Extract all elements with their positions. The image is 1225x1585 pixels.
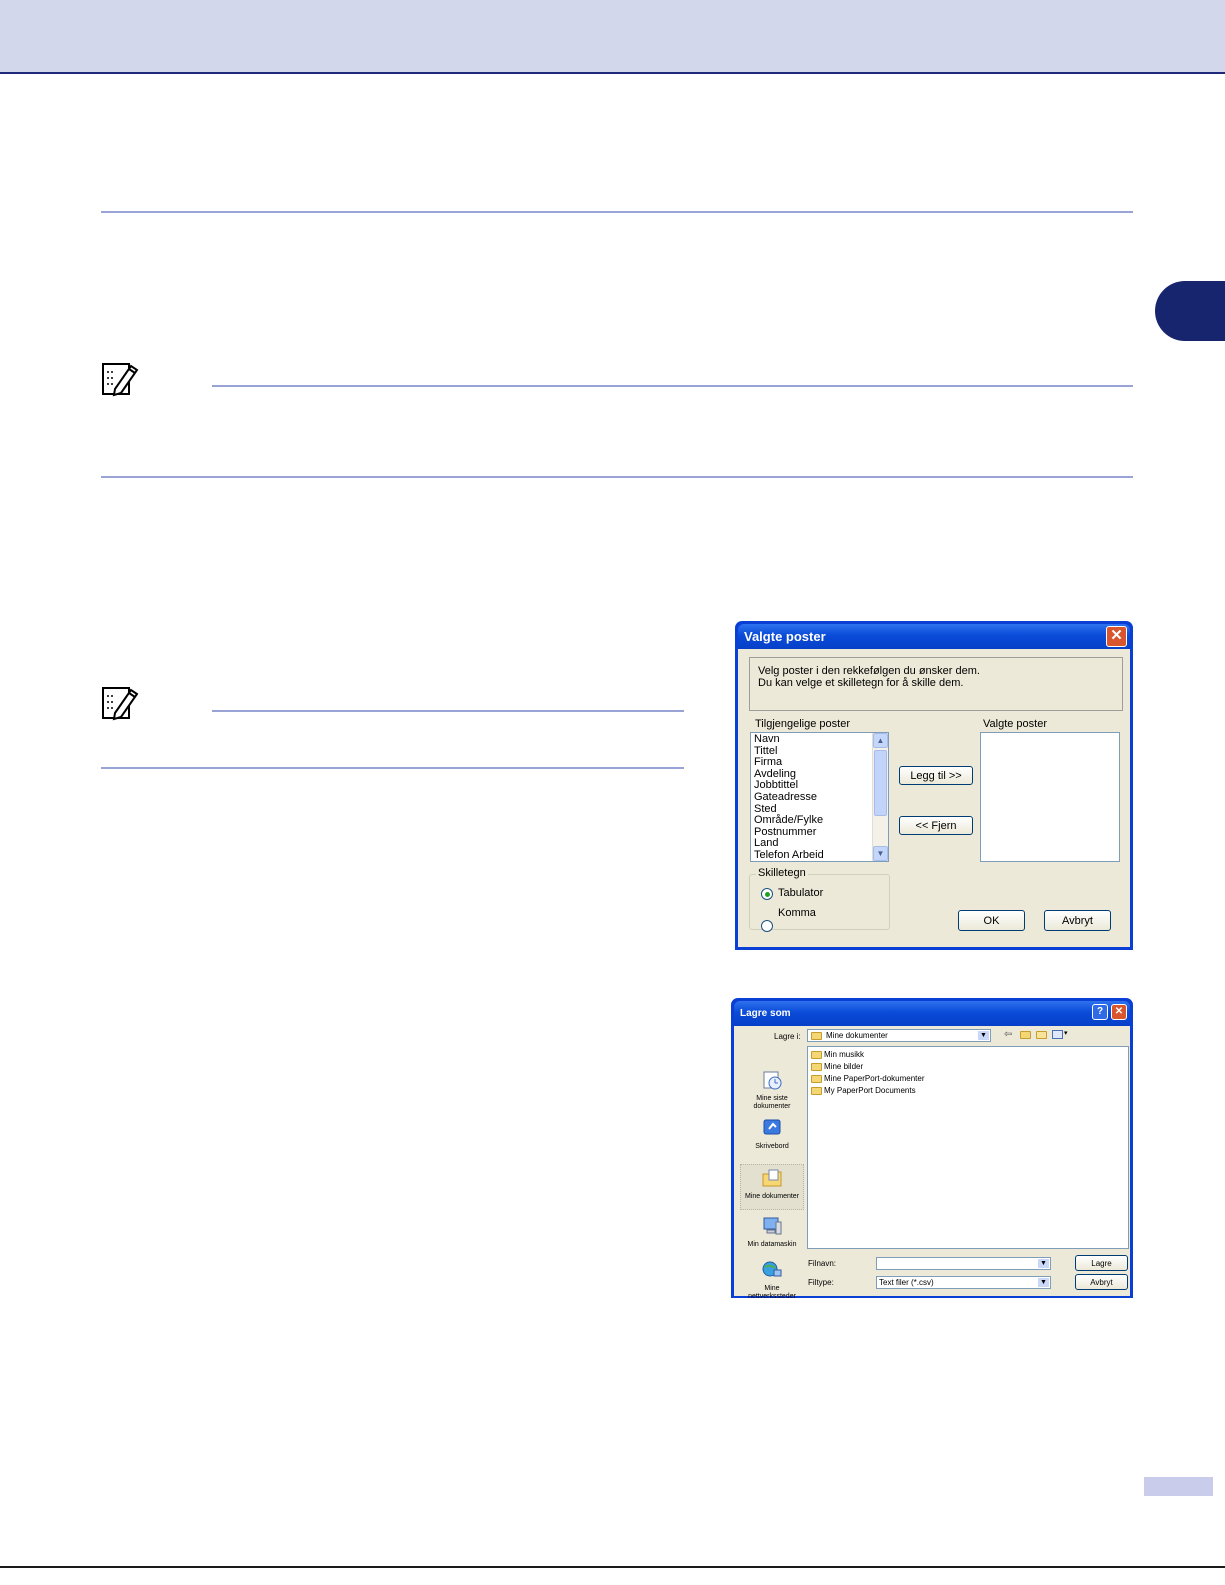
file-list-item[interactable]: Min musikk [811, 1050, 864, 1059]
place-my-computer[interactable]: Min datamaskin [740, 1216, 804, 1249]
note-rule-top [212, 710, 684, 712]
cancel-button[interactable]: Avbryt [1075, 1274, 1128, 1290]
my-documents-icon [762, 1169, 782, 1187]
new-folder-icon[interactable] [1036, 1031, 1047, 1039]
scroll-thumb[interactable] [874, 750, 887, 816]
instruction-line: Velg poster i den rekkefølgen du ønsker … [758, 665, 980, 677]
list-item[interactable]: Telefon Arbeid [751, 849, 873, 862]
separator-group: Skilletegn Tabulator Komma [749, 867, 890, 932]
note-rule-bottom [101, 767, 684, 769]
komma-label[interactable]: Komma [778, 907, 816, 919]
filetype-value: Text filer (*.csv) [879, 1278, 934, 1287]
add-button[interactable]: Legg til >> [899, 766, 973, 785]
help-icon[interactable]: ? [1092, 1004, 1108, 1020]
instruction-box: Velg poster i den rekkefølgen du ønsker … [749, 657, 1123, 711]
file-name: Min musikk [824, 1050, 865, 1059]
list-item[interactable]: Gateadresse [751, 791, 873, 804]
dialog-title-bar[interactable]: Valgte poster ✕ [738, 624, 1130, 649]
lagre-som-dialog: Lagre som ? ✕ Lagre i: Mine dokumenter ▼… [731, 998, 1133, 1300]
note-pencil-icon [101, 362, 143, 398]
filetype-select[interactable]: Text filer (*.csv) ▼ [876, 1276, 1051, 1289]
chapter-tab [1155, 281, 1225, 341]
note-rule-top [212, 385, 1133, 387]
network-places-icon [762, 1261, 782, 1277]
back-arrow-icon[interactable]: ⇦ [1004, 1029, 1012, 1040]
filename-label: Filnavn: [808, 1259, 837, 1268]
scroll-down-icon[interactable]: ▼ [873, 846, 888, 861]
file-list[interactable]: Min musikk Mine bilder Mine PaperPort-doku… [807, 1046, 1129, 1249]
remove-button[interactable]: << Fjern [899, 816, 973, 835]
filename-input[interactable]: ▼ [876, 1257, 1051, 1270]
chevron-down-icon[interactable]: ▼ [978, 1031, 989, 1040]
folder-icon [811, 1050, 822, 1059]
place-network[interactable]: Mine nettverkssteder [740, 1260, 804, 1301]
folder-icon [811, 1032, 822, 1040]
place-label: Mine dokumenter [744, 1193, 800, 1200]
file-list-item[interactable]: Mine bilder [811, 1062, 863, 1071]
tabulator-radio[interactable] [761, 888, 773, 900]
folder-icon [811, 1086, 822, 1095]
available-fields-label: Tilgjengelige poster [755, 718, 850, 730]
selected-fields-list[interactable] [980, 732, 1120, 862]
place-desktop[interactable]: Skrivebord [740, 1118, 804, 1151]
my-computer-icon [763, 1217, 782, 1235]
note-rule-bottom [101, 476, 1133, 478]
place-label: Mine nettverkssteder [748, 1285, 796, 1300]
ok-button[interactable]: OK [958, 910, 1025, 931]
chevron-down-icon[interactable]: ▼ [1038, 1259, 1049, 1268]
save-in-combo[interactable]: Mine dokumenter ▼ [807, 1029, 991, 1042]
folder-icon [811, 1074, 822, 1083]
page-number-tab [1144, 1477, 1213, 1496]
file-name: My PaperPort Documents [824, 1086, 916, 1095]
chevron-down-icon[interactable]: ▾ [1064, 1029, 1068, 1037]
cancel-button[interactable]: Avbryt [1044, 910, 1111, 931]
available-fields-list[interactable]: Navn Tittel Firma Avdeling Jobbtittel Gateadr… [750, 732, 889, 862]
close-icon[interactable]: ✕ [1106, 626, 1127, 647]
file-name: Mine PaperPort-dokumenter [824, 1074, 925, 1083]
view-menu-icon[interactable] [1052, 1030, 1063, 1039]
save-in-value: Mine dokumenter [826, 1031, 888, 1040]
close-icon[interactable]: ✕ [1111, 1004, 1127, 1020]
filetype-label: Filtype: [808, 1278, 834, 1287]
footer-rule [0, 1566, 1225, 1568]
recent-documents-icon [763, 1071, 782, 1090]
place-label: Min datamaskin [747, 1241, 797, 1248]
note-pencil-icon [101, 686, 143, 722]
place-label: Skrivebord [755, 1143, 789, 1150]
page-header-band [0, 0, 1225, 74]
place-my-documents[interactable]: Mine dokumenter [740, 1164, 804, 1210]
folder-icon [811, 1062, 822, 1071]
selected-fields-label: Valgte poster [983, 718, 1048, 730]
separator-group-label: Skilletegn [756, 867, 808, 879]
valgte-poster-dialog: Valgte poster ✕ Velg poster i den rekkef… [735, 621, 1133, 950]
place-label: Mine siste dokumenter [753, 1095, 791, 1110]
list-item[interactable]: Område/Fylke [751, 815, 873, 827]
file-list-item[interactable]: My PaperPort Documents [811, 1086, 916, 1095]
section-rule [101, 211, 1133, 213]
instruction-line: Du kan velge et skilletegn for å skille … [758, 677, 964, 689]
save-in-label: Lagre i: [774, 1032, 801, 1041]
places-bar: Mine siste dokumenter Skrivebord Mine do… [740, 1066, 804, 1304]
list-item[interactable]: Navn [751, 733, 873, 746]
file-name: Mine bilder [824, 1062, 864, 1071]
file-list-item[interactable]: Mine PaperPort-dokumenter [811, 1074, 925, 1083]
tabulator-label[interactable]: Tabulator [778, 887, 823, 899]
dialog-title-bar[interactable]: Lagre som ? ✕ [734, 1001, 1130, 1026]
up-folder-icon[interactable] [1020, 1031, 1031, 1039]
place-recent[interactable]: Mine siste dokumenter [740, 1070, 804, 1111]
dialog-title: Lagre som [740, 1008, 791, 1019]
list-scrollbar[interactable]: ▲ ▼ [872, 733, 888, 861]
save-button[interactable]: Lagre [1075, 1255, 1128, 1271]
komma-radio[interactable] [761, 920, 773, 932]
scroll-up-icon[interactable]: ▲ [873, 733, 888, 748]
desktop-icon [763, 1119, 781, 1135]
dialog-title: Valgte poster [744, 629, 826, 644]
chevron-down-icon[interactable]: ▼ [1038, 1278, 1049, 1287]
